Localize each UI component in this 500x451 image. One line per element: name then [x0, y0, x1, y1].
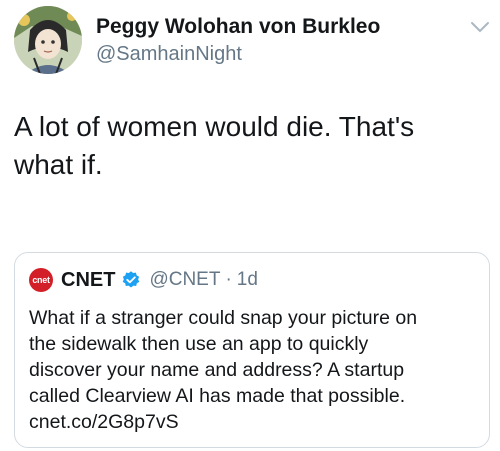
author-handle[interactable]: @SamhainNight [96, 43, 242, 66]
avatar[interactable] [14, 6, 82, 74]
quoted-text-line: What if a stranger could snap your pictu… [29, 307, 418, 329]
tweet-text-line: A lot of women would die. That's [14, 111, 415, 142]
quoted-author-handle[interactable]: @CNET [149, 269, 220, 291]
cnet-logo: cnet [29, 268, 53, 292]
chevron-down-icon[interactable] [470, 20, 490, 34]
quoted-text-line: discover your name and address? A startu… [29, 359, 405, 381]
quoted-tweet-header: cnet CNET @CNET · 1d [29, 267, 258, 293]
quoted-link[interactable]: cnet.co/2G8p7vS [29, 409, 479, 435]
tweet-text-line: what if. [14, 149, 103, 180]
avatar-illustration [14, 6, 82, 74]
quoted-author-name[interactable]: CNET [61, 269, 115, 292]
tweet-text: A lot of women would die. That's what if… [14, 108, 484, 184]
verified-badge-icon [123, 271, 140, 288]
author-name[interactable]: Peggy Wolohan von Burkleo [96, 15, 380, 39]
quoted-tweet-text: What if a stranger could snap your pictu… [29, 305, 479, 435]
separator-dot: · [225, 269, 232, 290]
quoted-tweet-card[interactable]: cnet CNET @CNET · 1d What if a stranger … [14, 252, 490, 448]
quoted-text-line: called Clearview AI has made that possib… [29, 385, 406, 407]
tweet-header: Peggy Wolohan von Burkleo @SamhainNight [14, 6, 489, 78]
tweet: Peggy Wolohan von Burkleo @SamhainNight … [0, 0, 500, 451]
quoted-timestamp[interactable]: 1d [237, 269, 258, 291]
quoted-text-line: the sidewalk then use an app to quickly [29, 333, 369, 355]
